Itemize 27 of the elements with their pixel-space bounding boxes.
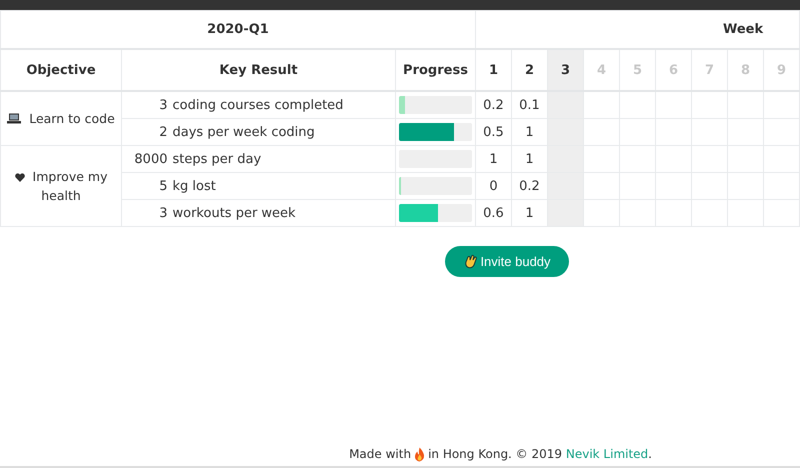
footer-text: Made with	[349, 447, 412, 461]
key-result-text: kg lost	[170, 172, 396, 200]
heart-icon	[14, 173, 25, 182]
week-header: 1	[476, 49, 512, 91]
company-link[interactable]: Nevik Limited	[566, 447, 648, 461]
column-header: Key Result	[122, 49, 396, 91]
laptop-icon	[7, 113, 22, 124]
column-header: Objective	[0, 49, 122, 91]
column-header: Progress	[396, 49, 476, 91]
objective-name: Improve my health	[32, 169, 108, 203]
objective-name: Learn to code	[29, 111, 115, 126]
score-cell: 0.5	[476, 118, 512, 146]
key-result-text: workouts per week	[170, 200, 396, 226]
footer-text: in Hong Kong. © 2019 Nevik Limited.	[428, 447, 652, 461]
quarter-heading: 2020-Q1	[207, 22, 269, 37]
score-cell: 0.6	[476, 200, 512, 226]
invite-button[interactable]: Invite buddy	[445, 246, 569, 277]
score-cell: 0	[476, 172, 512, 200]
key-result-text: steps per day	[170, 146, 396, 172]
week-header: 3	[548, 49, 584, 91]
week-heading: Week	[722, 22, 764, 37]
score-cell: 0.2	[476, 91, 512, 118]
score-cell: 1	[476, 146, 512, 172]
key-result-text: coding courses completed	[170, 91, 396, 118]
waving-hand-icon	[463, 254, 478, 269]
flame-icon	[414, 446, 426, 462]
key-result-text: days per week coding	[170, 118, 396, 146]
